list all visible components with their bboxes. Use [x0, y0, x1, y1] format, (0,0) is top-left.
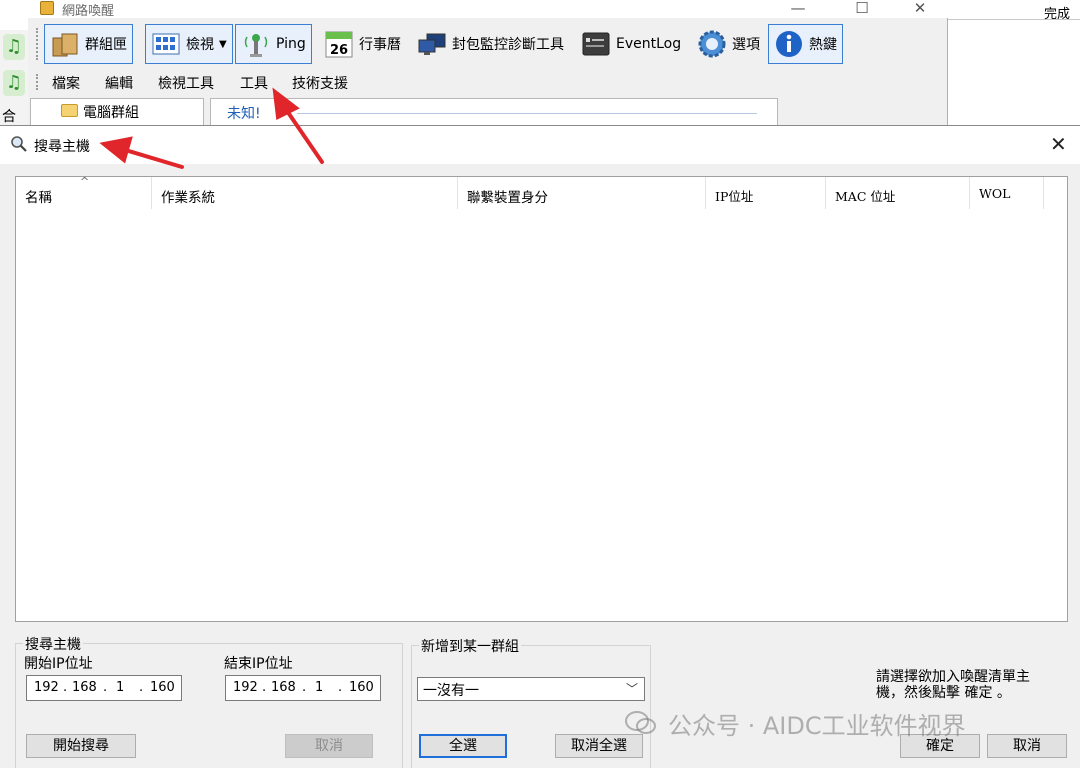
- end-ip-field[interactable]: 192 . 168 . 1 . 160: [225, 675, 381, 701]
- main-window: 網路喚醒 — ☐ ✕ 群組匣 檢視 ▼ Ping 26 行事曆 封包監控診斷工具…: [28, 0, 948, 128]
- grid-view-icon: [151, 29, 181, 59]
- sort-ascending-icon: ^: [80, 175, 90, 188]
- music-note-icon[interactable]: ♫: [3, 34, 25, 60]
- magnifier-icon: [11, 136, 27, 152]
- group-select-value: 一沒有一: [423, 683, 479, 699]
- cancel-search-button[interactable]: 取消: [285, 734, 373, 758]
- strip-label: 合: [2, 109, 16, 125]
- info-icon: [774, 29, 804, 59]
- deselect-all-button[interactable]: 取消全選: [555, 734, 643, 758]
- column-label: 作業系統: [161, 190, 215, 206]
- column-header-os[interactable]: 作業系統: [152, 177, 458, 209]
- status-text: 完成: [1044, 7, 1071, 22]
- host-list[interactable]: ^ 名稱 作業系統 聯繫裝置身分 IP位址 MAC 位址 WOL: [15, 175, 1068, 622]
- column-label: IP位址: [715, 189, 754, 204]
- toolbar-button-options[interactable]: 選項: [692, 24, 765, 64]
- column-header-device-id[interactable]: 聯繫裝置身分: [458, 177, 706, 209]
- maximize-icon[interactable]: ☐: [842, 0, 882, 17]
- toolbar-button-group-tray[interactable]: 群組匣: [44, 24, 133, 64]
- menu-edit[interactable]: 編輯: [105, 73, 133, 93]
- toolbar-label: 行事曆: [359, 37, 401, 53]
- main-window-title: 網路喚醒: [62, 4, 115, 19]
- computer-group-tree[interactable]: 電腦群組: [30, 98, 204, 128]
- list-header: ^ 名稱 作業系統 聯繫裝置身分 IP位址 MAC 位址 WOL: [16, 175, 1046, 209]
- calendar-day: 26: [330, 43, 348, 58]
- calendar-icon: 26: [324, 29, 354, 59]
- ip-octet[interactable]: 168: [271, 680, 296, 695]
- end-ip-label: 結束IP位址: [224, 656, 293, 672]
- status-panel: 未知!: [210, 98, 778, 128]
- app-icon: [40, 1, 54, 15]
- ip-octet[interactable]: 1: [116, 680, 124, 695]
- menu-support[interactable]: 技術支援: [292, 73, 348, 93]
- panel-divider: [297, 113, 757, 114]
- toolbar-button-ping[interactable]: Ping: [235, 24, 312, 64]
- wechat-icon: [625, 711, 656, 734]
- watermark-text: 公众号 · AIDC工业软件视界: [668, 712, 966, 740]
- column-label: WOL: [979, 186, 1011, 201]
- monitor-icon: [417, 29, 447, 59]
- select-all-button[interactable]: 全選: [419, 734, 507, 758]
- toolbar-grip: [36, 28, 40, 60]
- start-search-button[interactable]: 開始搜尋: [26, 734, 136, 758]
- ip-octet[interactable]: 1: [315, 680, 323, 695]
- menu-file[interactable]: 檔案: [52, 73, 80, 93]
- toolbar-label: EventLog: [616, 36, 682, 52]
- toolbar-button-packet-monitor[interactable]: 封包監控診斷工具: [412, 24, 569, 64]
- close-icon[interactable]: ✕: [1050, 132, 1067, 156]
- instruction-text: 請選擇欲加入喚醒清單主機，然後點擊 確定 。: [876, 669, 1030, 701]
- panel-label: 未知!: [227, 106, 261, 122]
- box-icon: [50, 29, 80, 59]
- toolbar-button-calendar[interactable]: 26 行事曆: [319, 24, 406, 64]
- column-label: 聯繫裝置身分: [467, 190, 548, 206]
- menu-grip: [36, 74, 38, 90]
- dialog-titlebar: 搜尋主機 ✕: [0, 126, 1080, 164]
- group-section-title: 新增到某一群組: [419, 636, 521, 656]
- toolbar-label: 選項: [732, 37, 760, 53]
- cancel-button[interactable]: 取消: [987, 734, 1067, 758]
- search-group-title: 搜尋主機: [23, 634, 83, 654]
- toolbar-button-hotkey[interactable]: 熱鍵: [768, 24, 843, 64]
- chevron-down-icon[interactable]: ﹀: [626, 680, 638, 697]
- ip-octet[interactable]: 192: [34, 680, 59, 695]
- column-label: MAC 位址: [835, 189, 896, 204]
- close-icon[interactable]: ✕: [900, 0, 940, 17]
- toolbar-label: 封包監控診斷工具: [452, 37, 564, 53]
- column-header-name[interactable]: ^ 名稱: [16, 175, 152, 209]
- ip-octet[interactable]: 160: [349, 680, 374, 695]
- ip-octet[interactable]: 192: [233, 680, 258, 695]
- tree-item-label: 電腦群組: [83, 105, 139, 121]
- toolbar-label: 熱鍵: [809, 37, 837, 53]
- column-header-wol[interactable]: WOL: [970, 177, 1044, 209]
- menu-tools[interactable]: 工具: [240, 73, 268, 93]
- column-header-ip[interactable]: IP位址: [706, 177, 826, 209]
- column-header-mac[interactable]: MAC 位址: [826, 177, 970, 209]
- toolbar-button-view[interactable]: 檢視 ▼: [145, 24, 233, 64]
- toolbar-button-eventlog[interactable]: EventLog: [576, 24, 686, 64]
- toolbar-label: Ping: [276, 36, 306, 52]
- menu-bar: 檔案 編輯 檢視工具 工具 技術支援: [28, 70, 948, 94]
- start-ip-label: 開始IP位址: [24, 656, 93, 672]
- eventlog-icon: [581, 29, 611, 59]
- minimize-icon[interactable]: —: [778, 0, 818, 17]
- ip-octet[interactable]: 168: [72, 680, 97, 695]
- dropdown-arrow-icon[interactable]: ▼: [219, 39, 227, 50]
- column-label: 名稱: [25, 190, 52, 206]
- group-select[interactable]: 一沒有一 ﹀: [417, 677, 645, 701]
- main-titlebar: 網路喚醒 — ☐ ✕: [28, 0, 948, 19]
- antenna-icon: [241, 29, 271, 59]
- gear-icon: [697, 29, 727, 59]
- start-ip-field[interactable]: 192 . 168 . 1 . 160: [26, 675, 182, 701]
- menu-view-tools[interactable]: 檢視工具: [158, 73, 214, 93]
- music-note-icon[interactable]: ♫: [3, 70, 25, 96]
- screen: ♫ ♫ 合 完成 網路喚醒 — ☐ ✕ 群組匣 檢視 ▼ Ping 26 行事曆…: [0, 0, 1080, 768]
- search-host-dialog: 搜尋主機 ✕ ^ 名稱 作業系統 聯繫裝置身分 IP位址 MAC 位址 WOL …: [0, 125, 1080, 768]
- dialog-title: 搜尋主機: [34, 139, 90, 155]
- toolbar-label: 檢視: [186, 37, 214, 53]
- toolbar-label: 群組匣: [85, 37, 127, 53]
- folder-icon: [61, 104, 78, 117]
- ip-octet[interactable]: 160: [150, 680, 175, 695]
- toolbar: 群組匣 檢視 ▼ Ping 26 行事曆 封包監控診斷工具 EventLog 選…: [28, 22, 948, 66]
